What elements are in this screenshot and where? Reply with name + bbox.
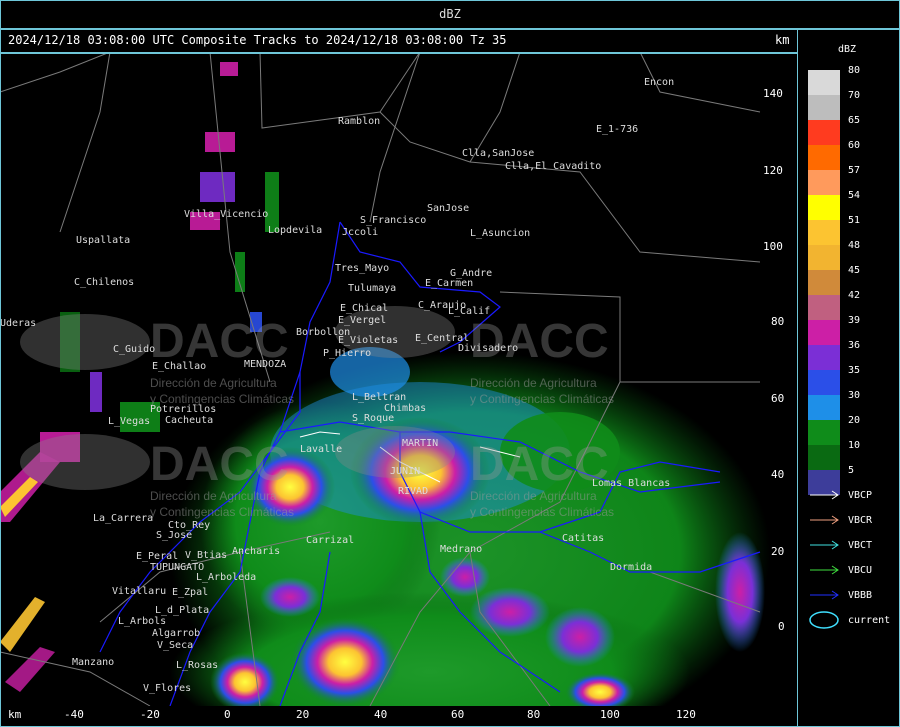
legend-value: 54 (848, 190, 861, 201)
legend-value: 65 (848, 115, 861, 126)
legend-value: 57 (848, 165, 861, 176)
legend-value: 5 (848, 465, 855, 476)
legend-swatch (808, 270, 840, 295)
x-tick-label: -40 (64, 708, 84, 721)
track-label: VBCP (848, 490, 873, 501)
legend-swatch (808, 445, 840, 470)
x-tick-label: 120 (676, 708, 696, 721)
legend-swatch (808, 245, 840, 270)
legend-swatch (808, 370, 840, 395)
track-label: VBCU (848, 565, 873, 576)
x-tick-label: 100 (600, 708, 620, 721)
legend-title: dBZ (838, 44, 857, 55)
legend-value: 70 (848, 90, 861, 101)
x-axis: km -40 -20 0 20 40 60 80 100 120 (0, 706, 797, 727)
x-tick-label: 80 (527, 708, 541, 721)
x-tick-label: -20 (140, 708, 160, 721)
legend-value: 30 (848, 390, 861, 401)
legend-value: 36 (848, 340, 861, 351)
legend-value: 10 (848, 440, 861, 451)
legend-swatch (808, 345, 840, 370)
legend-value: 48 (848, 240, 861, 251)
legend-swatch (808, 70, 840, 95)
legend-panel: dBZ 80 70 65 60 57 54 51 48 45 42 39 36 35 30 20 10 5 VB… (798, 28, 900, 727)
track-label: VBBB (848, 590, 873, 601)
legend-swatch (808, 220, 840, 245)
legend-value: 39 (848, 315, 861, 326)
x-tick-label: 20 (296, 708, 310, 721)
track-label: VBCR (848, 515, 873, 526)
legend-swatch (808, 195, 840, 220)
track-label: VBCT (848, 540, 873, 551)
legend-value: 60 (848, 140, 861, 151)
legend-value: 80 (848, 65, 861, 76)
x-tick-label: 60 (451, 708, 465, 721)
x-tick-label: 40 (374, 708, 388, 721)
legend-swatch (808, 170, 840, 195)
subtitle-divider (0, 52, 798, 54)
x-unit-label: km (8, 708, 22, 721)
legend-value: 20 (848, 415, 861, 426)
track-label: current (848, 615, 891, 626)
legend-swatch (808, 320, 840, 345)
x-tick-label: 0 (224, 708, 231, 721)
legend-value: 45 (848, 265, 861, 276)
legend-swatch (808, 295, 840, 320)
legend-swatch (808, 120, 840, 145)
legend-swatch (808, 420, 840, 445)
map-frame (0, 28, 798, 727)
legend-value: 51 (848, 215, 861, 226)
window-title: dBZ (439, 7, 461, 21)
legend-swatch (808, 145, 840, 170)
legend-value: 35 (848, 365, 861, 376)
legend-swatch (808, 95, 840, 120)
legend-swatch (808, 395, 840, 420)
legend-value: 42 (848, 290, 861, 301)
